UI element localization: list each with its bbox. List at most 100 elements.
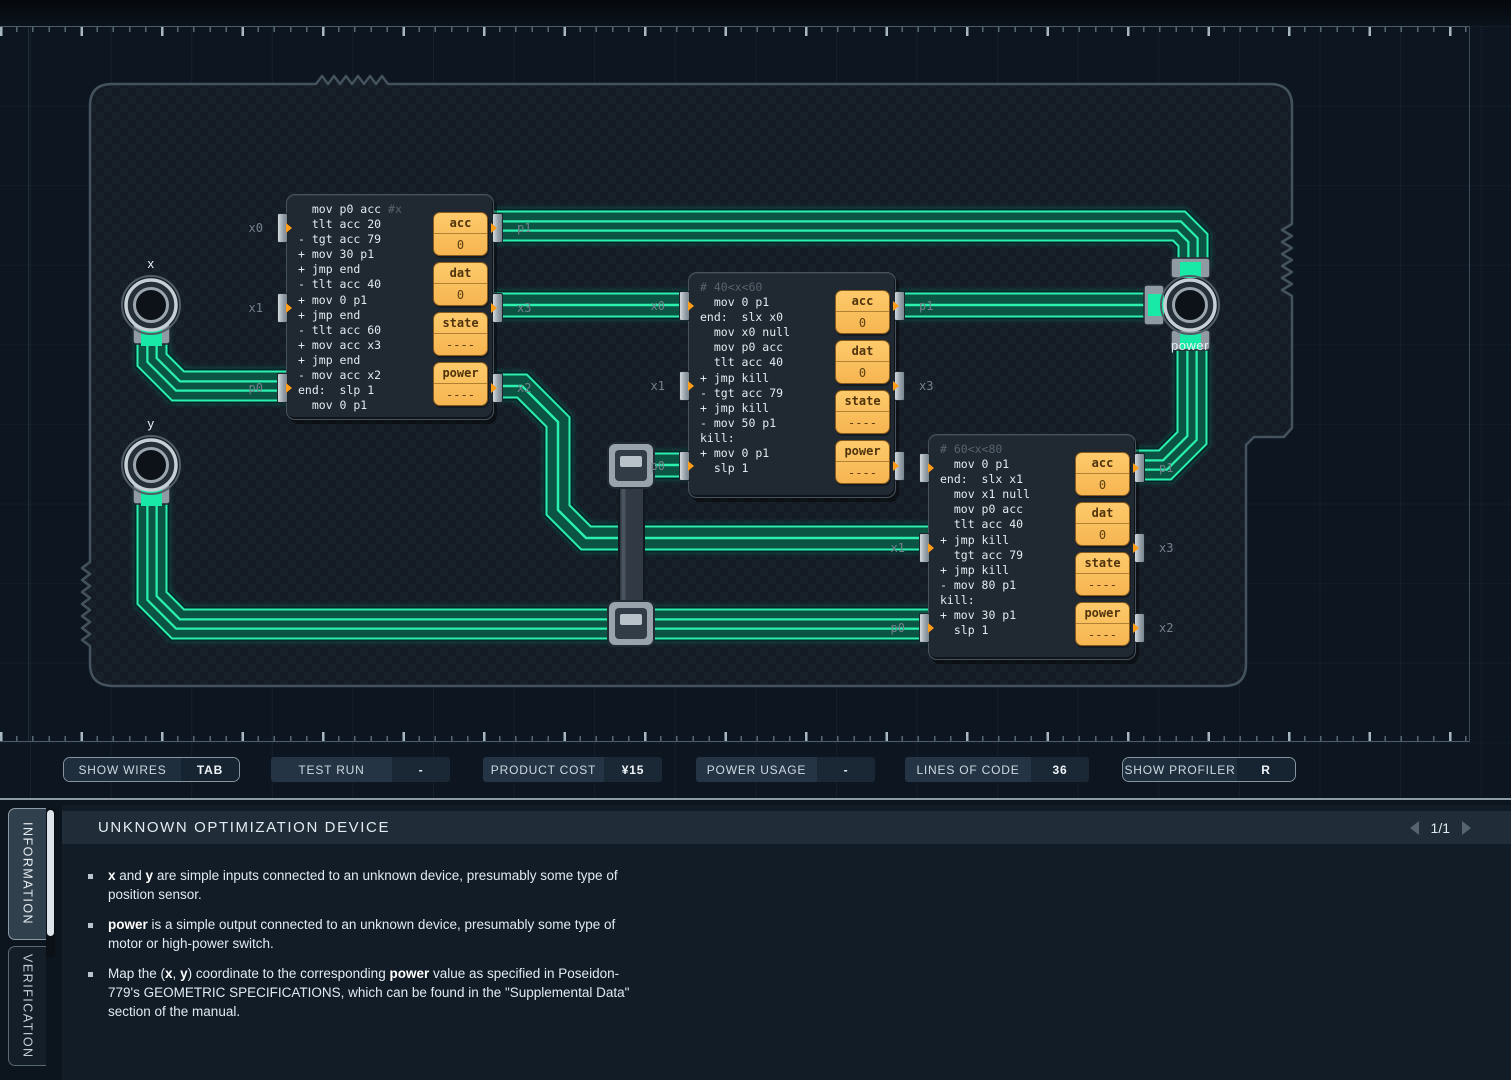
bullet-icon	[88, 972, 93, 977]
chip-1-pin-x2[interactable]: x2	[492, 373, 503, 403]
button-label: SHOW PROFILER	[1123, 758, 1237, 781]
chip-2: # 40<x<60 mov 0 p1end: slx x0 mov x0 nul…	[688, 272, 896, 498]
prev-page-arrow[interactable]	[1410, 821, 1419, 835]
register-power-value: ----	[1076, 624, 1129, 646]
chip-3-pin-p1[interactable]: p1	[1134, 453, 1145, 483]
register-dat: dat0	[835, 340, 890, 384]
chip-3-pin-x1[interactable]: x1	[919, 533, 930, 563]
pin-label: x0	[651, 299, 665, 313]
bullet-icon	[88, 923, 93, 928]
register-power-name: power	[434, 363, 487, 384]
register-state-value: ----	[434, 334, 487, 356]
register-power: power----	[1075, 602, 1130, 646]
pin-arrow-icon	[928, 463, 934, 473]
test-run-button[interactable]: TEST RUN-	[271, 757, 450, 782]
bullet-icon	[88, 874, 93, 879]
show-wires-button[interactable]: SHOW WIRESTAB	[63, 757, 240, 782]
chip-2-pin-x0[interactable]: x0	[679, 291, 690, 321]
circuit-scene: mov p0 acc #x tlt acc 20- tgt acc 79+ mo…	[0, 0, 1511, 798]
register-dat-name: dat	[1076, 503, 1129, 524]
pin-label: x1	[249, 301, 263, 315]
pin-arrow-icon	[491, 303, 497, 313]
pin-arrow-icon	[893, 461, 899, 471]
tab-verification[interactable]: VERIFICATION	[8, 946, 46, 1066]
pin-label: p1	[517, 221, 531, 235]
register-power-name: power	[1076, 603, 1129, 624]
pin-arrow-icon	[893, 381, 899, 391]
chip-3-pin-p0[interactable]: p0	[919, 613, 930, 643]
bullet-item-3: Map the (x, y) coordinate to the corresp…	[88, 965, 648, 1021]
bullet-text: x and y are simple inputs connected to a…	[108, 867, 648, 904]
register-power-value: ----	[836, 462, 889, 484]
register-dat-value: 0	[1076, 524, 1129, 546]
register-acc-name: acc	[836, 291, 889, 312]
panel-scrollbar-thumb[interactable]	[47, 810, 54, 936]
chip-3-code[interactable]: # 60<x<80 mov 0 p1end: slx x1 mov x1 nul…	[940, 442, 1030, 638]
show-profiler-button[interactable]: SHOW PROFILERR	[1122, 757, 1296, 782]
chip-2-code[interactable]: # 40<x<60 mov 0 p1end: slx x0 mov x0 nul…	[700, 280, 790, 476]
register-state-value: ----	[836, 412, 889, 434]
pin-arrow-icon	[491, 383, 497, 393]
register-acc-value: 0	[434, 234, 487, 256]
pin-label: p0	[249, 381, 263, 395]
pin-arrow-icon	[688, 381, 694, 391]
pin-arrow-icon	[928, 623, 934, 633]
button-value: R	[1237, 758, 1295, 781]
pin-arrow-icon	[1133, 463, 1139, 473]
page-indicator: 1/1	[1431, 820, 1450, 836]
pin-arrow-icon	[1133, 623, 1139, 633]
pin-arrow-icon	[928, 543, 934, 553]
bullet-list: x and y are simple inputs connected to a…	[88, 867, 648, 1033]
chip-3-pin-x2[interactable]: x2	[1134, 613, 1145, 643]
chip-3-pin-left-0[interactable]	[919, 453, 930, 483]
register-dat: dat0	[1075, 502, 1130, 546]
chip-2-pin-x3[interactable]: x3	[894, 371, 905, 401]
app-window: mov p0 acc #x tlt acc 20- tgt acc 79+ mo…	[0, 0, 1511, 1080]
bullet-text: power is a simple output connected to an…	[108, 916, 648, 953]
pin-label: p1	[1159, 461, 1173, 475]
button-value: ¥15	[604, 757, 662, 782]
chip-1-pin-x3[interactable]: x3	[492, 293, 503, 323]
chip-1-pin-x1[interactable]: x1	[277, 293, 288, 323]
pin-label: p1	[919, 299, 933, 313]
pin-arrow-icon	[491, 223, 497, 233]
chip-1-pin-p1[interactable]: p1	[492, 213, 503, 243]
register-state-name: state	[836, 391, 889, 412]
next-page-arrow[interactable]	[1462, 821, 1471, 835]
register-state: state----	[835, 390, 890, 434]
register-dat: dat0	[433, 262, 488, 306]
register-acc-name: acc	[434, 213, 487, 234]
chip-3-pin-x3[interactable]: x3	[1134, 533, 1145, 563]
chip-2-pin-p1[interactable]: p1	[894, 291, 905, 321]
bullet-item-2: power is a simple output connected to an…	[88, 916, 648, 953]
bullet-text: Map the (x, y) coordinate to the corresp…	[108, 965, 648, 1021]
register-acc-value: 0	[1076, 474, 1129, 496]
button-label: TEST RUN	[271, 757, 392, 782]
chip-1-code[interactable]: mov p0 acc #x tlt acc 20- tgt acc 79+ mo…	[298, 202, 402, 413]
chip-2-pin-x1[interactable]: x1	[679, 371, 690, 401]
register-state: state----	[1075, 552, 1130, 596]
pin-arrow-icon	[688, 301, 694, 311]
chip-2-pin-right-2[interactable]	[894, 451, 905, 481]
pin-label: p0	[651, 459, 665, 473]
register-power: power----	[433, 362, 488, 406]
register-dat-value: 0	[434, 284, 487, 306]
chip-1-pin-p0[interactable]: p0	[277, 373, 288, 403]
button-label: SHOW WIRES	[64, 758, 181, 781]
product-cost-button: PRODUCT COST¥15	[483, 757, 662, 782]
chip-1-pin-x0[interactable]: x0	[277, 213, 288, 243]
pin-arrow-icon	[893, 301, 899, 311]
pin-label: p0	[891, 621, 905, 635]
pin-arrow-icon	[286, 223, 292, 233]
chip-2-pin-p0[interactable]: p0	[679, 451, 690, 481]
register-power-name: power	[836, 441, 889, 462]
button-label: LINES OF CODE	[905, 757, 1031, 782]
panel-title: UNKNOWN OPTIMIZATION DEVICE	[98, 819, 390, 836]
button-value: TAB	[181, 758, 239, 781]
pin-label: x2	[517, 381, 531, 395]
bullet-item-1: x and y are simple inputs connected to a…	[88, 867, 648, 904]
register-state-name: state	[434, 313, 487, 334]
toolbar: SHOW WIRESTABTEST RUN-PRODUCT COST¥15POW…	[0, 757, 1511, 783]
button-value: 36	[1031, 757, 1089, 782]
tab-information[interactable]: INFORMATION	[8, 808, 46, 940]
